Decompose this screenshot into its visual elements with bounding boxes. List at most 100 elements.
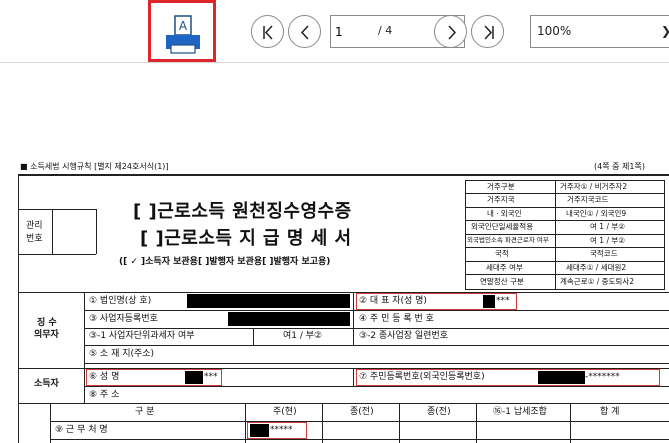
print-button[interactable]: A [148, 0, 216, 62]
rule [18, 209, 96, 210]
print-letter: A [179, 19, 188, 33]
redaction-block [250, 424, 269, 437]
zoom-select[interactable]: 100% ❯ [530, 15, 669, 48]
rule [465, 261, 665, 262]
form-reference: ■ 소득세법 시행규칙 [별지 제24호서식(1)] [20, 162, 169, 171]
field-label: ⑨ 근 무 처 명 [55, 425, 108, 435]
field-label: ③-2 종사업장 일련번호 [359, 331, 449, 341]
rule [84, 328, 669, 329]
chevron-down-icon: ❯ [661, 24, 669, 38]
title-line-1: [ ]근로소득 원천징수영수증 [133, 201, 352, 222]
info-label: 거주지국 [487, 195, 515, 204]
field-label: ⑦ 주민등록번호(외국인등록번호) [359, 372, 485, 382]
field-label: ⑧ 주 소 [89, 390, 120, 400]
rule [50, 403, 51, 443]
field-label: ③ 사업자등록번호 [89, 314, 158, 324]
rule [96, 209, 97, 254]
redaction-block [187, 294, 350, 308]
info-value: 계속근로① / 중도퇴사2 [560, 277, 634, 286]
redaction-block [228, 312, 350, 326]
info-value: 거주지국코드 [567, 195, 609, 204]
zoom-value: 100% [537, 24, 572, 38]
viewer-toolbar: A / 4 100% ❯ [0, 0, 669, 63]
info-label: 외국법인소속 파견근로자 여부 [467, 236, 549, 244]
rule [476, 403, 477, 443]
masked-value: *** [204, 372, 218, 382]
rule [465, 247, 665, 248]
rule [465, 220, 665, 221]
last-page-button[interactable] [471, 15, 504, 48]
info-label: 세대주 여부 [486, 263, 523, 272]
rule [84, 345, 669, 346]
info-value: 여 1 / 부② [590, 222, 625, 231]
first-page-button[interactable] [251, 15, 284, 48]
printer-icon: A [166, 15, 200, 54]
section-payer-b: 의무자 [34, 330, 59, 340]
first-page-icon [263, 25, 273, 40]
previous-page-button[interactable] [288, 15, 321, 48]
mgmt-label-2: 번호 [26, 234, 43, 244]
field-label: ⑥ 성 명 [89, 372, 120, 382]
field-label: ③-1 사업자단위과세자 여부 [89, 331, 195, 341]
rule [18, 403, 669, 404]
masked-value: *** [496, 296, 510, 306]
rule [465, 234, 665, 235]
rule [353, 368, 354, 386]
redaction-block [483, 295, 495, 308]
rule [84, 363, 669, 364]
rule [465, 180, 665, 181]
info-value: 세대주① / 세대원2 [566, 263, 627, 272]
chevron-left-icon [300, 25, 309, 40]
rule [253, 328, 254, 345]
rule [245, 403, 246, 443]
rule [18, 292, 669, 293]
next-page-button[interactable] [434, 15, 467, 48]
info-label: 내ㆍ외국인 [487, 209, 522, 218]
info-value: 여 1 / 부② [590, 236, 625, 245]
section-payer-a: 징 수 [37, 318, 57, 328]
info-value: 국적코드 [590, 249, 618, 258]
mgmt-label-1: 관리 [26, 221, 43, 231]
column-header: 종(전) [427, 407, 451, 417]
rule [465, 207, 665, 208]
info-value: 거주자① / 비거주자2 [560, 182, 628, 191]
chevron-right-icon [448, 25, 457, 40]
rule [465, 289, 665, 290]
rule [84, 386, 669, 387]
rule [18, 368, 84, 369]
copy-designation: ([ ✓ ]소득자 보관용[ ]발행자 보관용[ ]발행자 보고용) [119, 257, 331, 267]
info-label: 연말정산 구분 [480, 277, 524, 286]
rule [465, 274, 665, 275]
field-label: ④ 주 민 등 록 번 호 [359, 314, 434, 324]
info-label: 외국인단일세율적용 [471, 222, 534, 231]
masked-value: -******* [585, 372, 620, 382]
rule [18, 174, 669, 176]
section-earner: 소득자 [34, 379, 59, 389]
field-label: ⑤ 소 재 지(주소) [89, 349, 155, 359]
rule [84, 292, 85, 403]
page-total: / 4 [378, 24, 393, 37]
column-header: 종(전) [350, 407, 374, 417]
rule [465, 193, 665, 194]
masked-value: ***** [270, 425, 293, 435]
rule [353, 292, 354, 346]
rule [570, 403, 571, 443]
info-value: 내국인① / 외국인9 [566, 209, 627, 218]
column-header: 구 분 [135, 407, 155, 417]
rule [18, 209, 19, 254]
rule [322, 403, 323, 443]
document-page: ■ 소득세법 시행규칙 [별지 제24호서식(1)] (4쪽 중 제1쪽) 관리… [0, 63, 669, 443]
rule [399, 403, 400, 443]
rule [84, 310, 669, 311]
redaction-block [185, 371, 203, 384]
info-label: 국적 [495, 249, 509, 258]
rule [52, 209, 53, 254]
page-number-input[interactable] [335, 22, 369, 41]
title-line-2: [ ]근로소득 지 급 명 세 서 [140, 228, 352, 249]
column-header: 합 계 [600, 407, 620, 417]
rule [50, 439, 669, 440]
page-of-label: (4쪽 중 제1쪽) [594, 162, 645, 171]
redaction-block [538, 371, 585, 384]
column-header: ⑯-1 납세조합 [493, 407, 547, 417]
last-page-icon [484, 25, 494, 40]
